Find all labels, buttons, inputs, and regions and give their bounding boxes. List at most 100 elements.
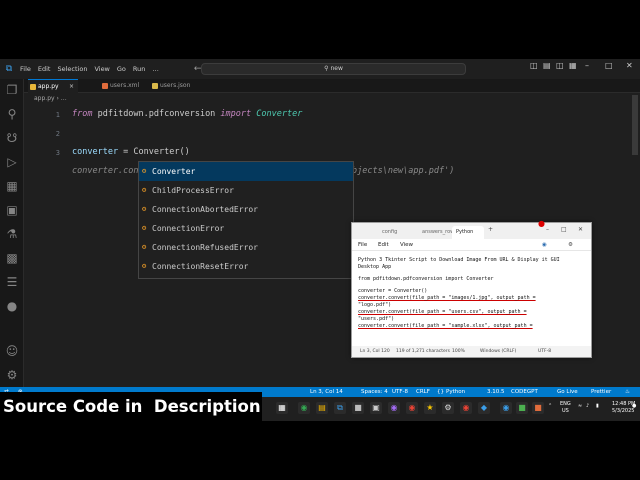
go-live-button[interactable]: Go Live bbox=[557, 387, 578, 397]
menu-edit[interactable]: Edit bbox=[38, 65, 51, 73]
notepad-minimize-button[interactable]: – bbox=[546, 226, 549, 233]
command-center-search[interactable]: ⚲ new bbox=[201, 63, 466, 75]
editor-scrollbar[interactable] bbox=[630, 93, 638, 385]
line-number: 1 bbox=[55, 111, 60, 119]
keyboard-language[interactable]: ENG bbox=[560, 401, 571, 407]
vscode-taskbar-icon[interactable]: ⧉ bbox=[334, 402, 346, 414]
character-count: 119 of 1,271 characters bbox=[396, 349, 450, 354]
customize-layout-icon[interactable]: ▦ bbox=[569, 61, 577, 70]
menu-run[interactable]: Run bbox=[133, 65, 145, 73]
settings-gear-icon[interactable]: ⚙ bbox=[4, 367, 20, 383]
indentation[interactable]: Spaces: 4 bbox=[361, 387, 388, 397]
task-view-icon[interactable]: ▦ bbox=[276, 402, 288, 414]
notepad-window[interactable]: config answers_rows Python + ● – □ ✕ Fil… bbox=[351, 219, 592, 358]
menu-selection[interactable]: Selection bbox=[57, 65, 87, 73]
tab-users-json[interactable]: users.json bbox=[150, 79, 206, 93]
suggestion-label: ConnectionError bbox=[152, 224, 225, 233]
suggestion-item[interactable]: ⚙ ConnectionError bbox=[139, 219, 353, 238]
activity-bar: ❐ ⚲ ☋ ▷ ▦ ▣ ⚗ ▩ ☰ ● ☺ ⚙ bbox=[0, 79, 24, 387]
notepad-close-button[interactable]: ✕ bbox=[578, 226, 583, 233]
tab-users-xml[interactable]: users.xml bbox=[100, 79, 150, 93]
code-line-1: from pdfitdown.pdfconversion import Conv… bbox=[72, 109, 302, 119]
app-icon[interactable]: ⚙ bbox=[442, 402, 454, 414]
app-icon[interactable]: ■ bbox=[532, 402, 544, 414]
app-icon[interactable]: ★ bbox=[424, 402, 436, 414]
keyboard-region[interactable]: US bbox=[562, 408, 569, 414]
tab-close-icon[interactable]: × bbox=[69, 80, 74, 94]
prettier-status[interactable]: Prettier bbox=[591, 387, 611, 397]
breadcrumb[interactable]: app.py › … bbox=[34, 95, 67, 102]
encoding[interactable]: UTF-8 bbox=[392, 387, 408, 397]
search-text: new bbox=[330, 65, 343, 72]
tray-chevron-icon[interactable]: ⌃ bbox=[548, 403, 552, 409]
suggestion-item[interactable]: ⚙ ConnectionAbortedError bbox=[139, 200, 353, 219]
menu-more[interactable]: … bbox=[152, 65, 159, 73]
new-tab-icon[interactable]: + bbox=[488, 226, 493, 233]
menu-file[interactable]: File bbox=[20, 65, 31, 73]
notepad-menu-file[interactable]: File bbox=[358, 239, 367, 251]
notepad-text-area[interactable]: Python 3 Tkinter Script to Download Imag… bbox=[358, 257, 584, 345]
database-icon[interactable]: ☰ bbox=[4, 274, 20, 290]
scrollbar-thumb[interactable] bbox=[632, 95, 638, 155]
line-endings[interactable]: CRLF bbox=[416, 387, 430, 397]
notepad-tab-answers[interactable]: answers_rows bbox=[418, 226, 457, 239]
extensions-icon[interactable]: ▦ bbox=[4, 178, 20, 194]
search-icon[interactable]: ⚲ bbox=[4, 106, 20, 122]
volume-icon[interactable]: ♪ bbox=[586, 403, 589, 409]
video-caption-banner: Source Code in Description bbox=[0, 392, 262, 422]
suggestion-item[interactable]: ⚙ ChildProcessError bbox=[139, 181, 353, 200]
run-debug-icon[interactable]: ▷ bbox=[4, 154, 20, 170]
notepad-maximize-button[interactable]: □ bbox=[561, 226, 567, 233]
notepad-menu-view[interactable]: View bbox=[400, 239, 413, 251]
close-button[interactable]: ✕ bbox=[626, 61, 633, 70]
menu-view[interactable]: View bbox=[94, 65, 109, 73]
tab-app-py[interactable]: app.py × bbox=[28, 79, 78, 93]
docker-icon[interactable]: ▩ bbox=[4, 250, 20, 266]
suggestion-item[interactable]: ⚙ ConnectionResetError bbox=[139, 257, 353, 276]
explorer-icon[interactable]: ❐ bbox=[4, 82, 20, 98]
notifications-bell-icon[interactable]: ♨ bbox=[625, 387, 630, 397]
suggestion-item[interactable]: ⚙ ConnectionRefusedError bbox=[139, 238, 353, 257]
app-icon[interactable]: ◉ bbox=[460, 402, 472, 414]
cursor-position[interactable]: Ln 3, Col 14 bbox=[310, 387, 343, 397]
app-icon[interactable]: ◉ bbox=[500, 402, 512, 414]
app-icon[interactable]: ■ bbox=[352, 402, 364, 414]
app-icon[interactable]: ◉ bbox=[406, 402, 418, 414]
remote-explorer-icon[interactable]: ▣ bbox=[4, 202, 20, 218]
source-control-icon[interactable]: ☋ bbox=[4, 130, 20, 146]
file-explorer-icon[interactable]: ▤ bbox=[316, 402, 328, 414]
chrome-icon[interactable]: ◉ bbox=[298, 402, 310, 414]
text-line: Python 3 Tkinter Script to Download Imag… bbox=[358, 257, 560, 263]
codegpt-status[interactable]: CODEGPT bbox=[511, 387, 538, 397]
app-icon[interactable]: ◆ bbox=[478, 402, 490, 414]
notification-center-icon[interactable]: ● bbox=[632, 403, 636, 409]
text-line: Desktop App bbox=[358, 264, 392, 270]
wifi-icon[interactable]: ≈ bbox=[578, 403, 582, 409]
app-icon[interactable]: ▣ bbox=[370, 402, 382, 414]
notepad-tab-config[interactable]: config bbox=[378, 226, 410, 239]
python-version[interactable]: 3.10.5 bbox=[487, 387, 505, 397]
account-icon[interactable]: ☺ bbox=[4, 343, 20, 359]
layout-toggle-icon[interactable]: ◫ bbox=[530, 61, 538, 70]
chat-icon[interactable]: ● bbox=[4, 298, 20, 314]
notepad-tab-python[interactable]: Python bbox=[452, 226, 484, 239]
notepad-menu-edit[interactable]: Edit bbox=[378, 239, 389, 251]
class-symbol-icon: ⚙ bbox=[142, 205, 147, 213]
testing-icon[interactable]: ⚗ bbox=[4, 226, 20, 242]
app-icon[interactable]: ◉ bbox=[388, 402, 400, 414]
class-symbol-icon: ⚙ bbox=[142, 167, 147, 175]
battery-icon[interactable]: ▮ bbox=[596, 403, 599, 409]
app-icon[interactable]: ■ bbox=[516, 402, 528, 414]
language-mode[interactable]: Python bbox=[446, 387, 465, 397]
notepad-tab-label: config bbox=[382, 229, 398, 235]
copilot-icon[interactable]: ◉ bbox=[542, 239, 547, 251]
maximize-button[interactable]: □ bbox=[605, 61, 613, 70]
notepad-settings-gear-icon[interactable]: ⚙ bbox=[568, 239, 573, 251]
suggestion-item[interactable]: ⚙ Converter bbox=[139, 162, 353, 181]
minimize-button[interactable]: – bbox=[585, 61, 589, 70]
panel-toggle-icon[interactable]: ▤ bbox=[543, 61, 551, 70]
menu-go[interactable]: Go bbox=[117, 65, 126, 73]
file-encoding: UTF-8 bbox=[538, 349, 552, 354]
sidebar-toggle-icon[interactable]: ◫ bbox=[556, 61, 564, 70]
class-symbol-icon: ⚙ bbox=[142, 243, 147, 251]
